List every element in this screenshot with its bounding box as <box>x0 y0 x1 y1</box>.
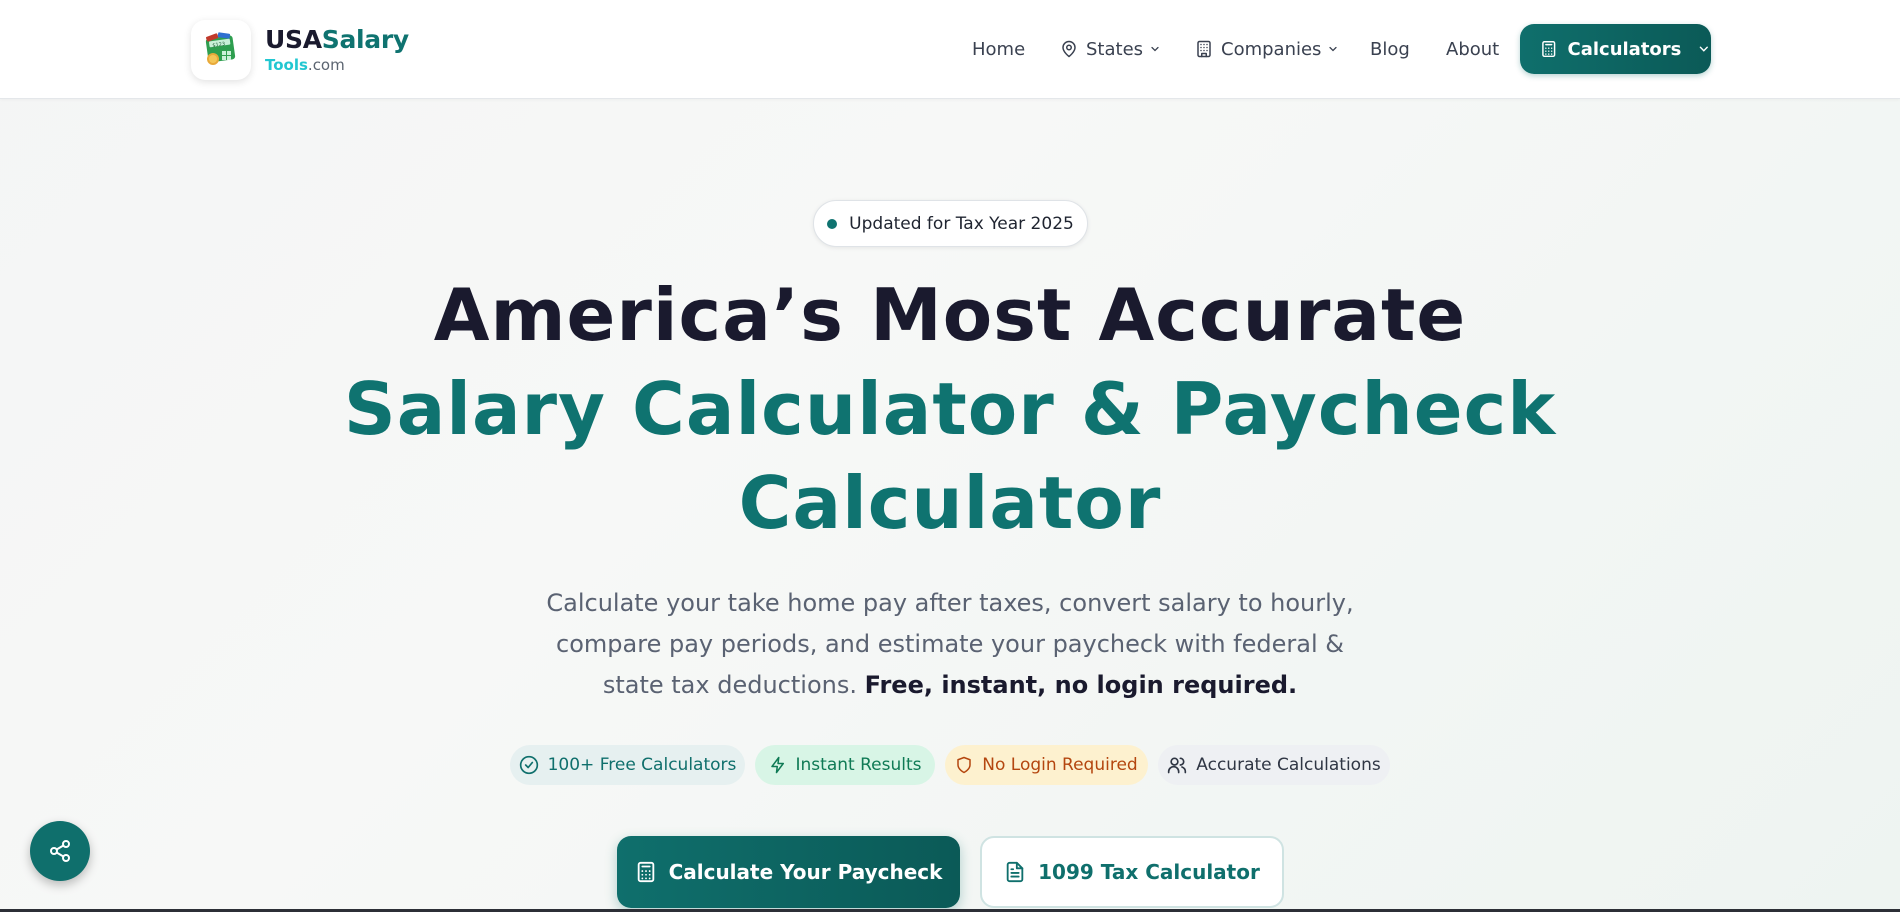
nav-blog[interactable]: Blog <box>1370 24 1410 74</box>
page-title-line2: Salary Calculator & Paycheck <box>343 367 1557 451</box>
calculate-paycheck-label: Calculate Your Paycheck <box>668 860 943 884</box>
shield-icon <box>957 756 972 774</box>
hero-description-emphasis: Free, instant, no login required. <box>864 671 1298 699</box>
tax-year-badge-label: Updated for Tax Year 2025 <box>849 213 1074 234</box>
calculator-icon <box>1542 40 1556 58</box>
nav-about-label: About <box>1446 38 1500 60</box>
nav-blog-label: Blog <box>1370 38 1410 60</box>
nav-companies-label: Companies <box>1221 38 1322 60</box>
feature-chip-label: Instant Results <box>795 755 922 775</box>
feature-chip-label: 100+ Free Calculators <box>547 755 737 775</box>
top-navbar: $123 USASalary Tools.com Home States Com… <box>0 0 1900 99</box>
share-icon <box>50 840 70 862</box>
tax-year-badge: Updated for Tax Year 2025 <box>813 200 1088 247</box>
tax-1099-calculator-label: 1099 Tax Calculator <box>1038 860 1260 884</box>
users-icon <box>1168 757 1187 774</box>
feature-chip-instant-results: Instant Results <box>755 745 935 785</box>
tax-1099-calculator-button[interactable]: 1099 Tax Calculator <box>980 836 1284 908</box>
chevron-down-icon <box>1329 46 1338 52</box>
feature-chip-no-login: No Login Required <box>945 745 1148 785</box>
status-dot <box>827 218 838 229</box>
chevron-down-icon <box>1700 46 1709 52</box>
building-icon <box>1197 40 1211 58</box>
lightning-icon <box>770 756 784 774</box>
nav-home-label: Home <box>972 38 1026 60</box>
feature-chips: 100+ Free Calculators Instant Results No… <box>0 745 1900 785</box>
nav-home[interactable]: Home <box>972 24 1025 74</box>
hero-description: Calculate your take home pay after taxes… <box>530 583 1370 706</box>
calculators-menu-label: Calculators <box>1567 38 1682 60</box>
map-pin-icon <box>1062 40 1076 58</box>
feature-chip-free-calculators: 100+ Free Calculators <box>510 745 745 785</box>
page-title: America’s Most Accurate Salary Calculato… <box>0 268 1900 550</box>
calculate-paycheck-button[interactable]: Calculate Your Paycheck <box>617 836 960 908</box>
calculator-icon <box>637 861 654 883</box>
nav-states[interactable]: States <box>1060 24 1161 74</box>
calculators-menu-button[interactable]: Calculators <box>1520 24 1711 74</box>
feature-chip-accurate: Accurate Calculations <box>1158 745 1390 785</box>
nav-states-label: States <box>1086 38 1144 60</box>
nav-companies[interactable]: Companies <box>1195 24 1339 74</box>
feature-chip-label: Accurate Calculations <box>1196 755 1381 775</box>
document-icon <box>1006 861 1024 883</box>
page-title-line3: Calculator <box>738 461 1162 545</box>
chevron-down-icon <box>1151 46 1159 52</box>
feature-chip-label: No Login Required <box>982 755 1138 775</box>
page-title-line1: America’s Most Accurate <box>433 273 1467 357</box>
check-circle-icon <box>519 755 538 775</box>
nav-about[interactable]: About <box>1446 24 1499 74</box>
share-button[interactable] <box>30 821 90 881</box>
